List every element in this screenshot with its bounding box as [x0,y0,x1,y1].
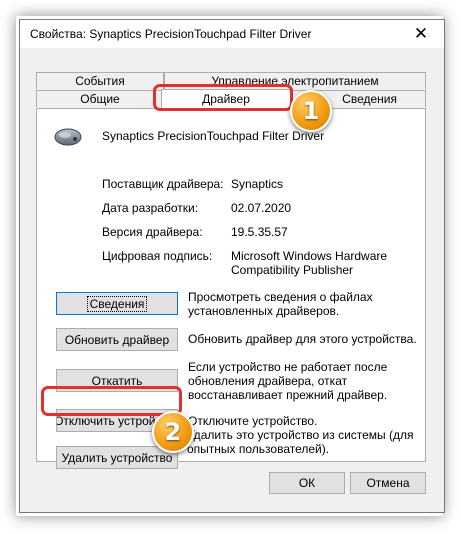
rollback-desc-line1: Если устройство не работает после [188,360,388,374]
update-desc: Обновить драйвер для этого устройства. [188,332,417,346]
uninstall-desc-line1: Удалить это устройство из системы (для [187,428,414,442]
tab-events[interactable]: События [36,72,164,89]
device-name: Synaptics PrecisionTouchpad Filter Drive… [102,129,325,143]
tab-events-label: События [75,74,125,88]
driver-details-button-label: Сведения [86,295,148,312]
provider-label: Поставщик драйвера: [102,177,224,191]
version-label: Версия драйвера: [102,225,203,239]
uninstall-desc-line2: опытных пользователей). [187,442,330,456]
tab-details-label: Сведения [342,92,397,106]
tab-general[interactable]: Общие [36,90,164,107]
cancel-button[interactable]: Отмена [350,472,426,494]
version-value: 19.5.35.57 [231,225,288,239]
signer-value-line2: Compatibility Publisher [231,263,354,277]
update-driver-button[interactable]: Обновить драйвер [56,328,178,351]
date-value: 02.07.2020 [231,201,292,215]
date-label: Дата разработки: [102,201,199,215]
ok-button[interactable]: ОК [269,472,345,494]
window-title: Свойства: Synaptics PrecisionTouchpad Fi… [30,27,312,41]
ok-button-label: ОК [298,476,316,490]
step-1-badge: 1 [290,90,332,132]
update-driver-button-label: Обновить драйвер [64,332,170,347]
signer-value-line1: Microsoft Windows Hardware [231,249,388,263]
details-desc-line2: установленных драйверов. [188,304,340,318]
touchpad-icon [54,128,82,146]
tab-general-label: Общие [80,92,120,106]
step-2-badge: 2 [152,411,194,453]
driver-details-button[interactable]: Сведения [56,292,178,315]
uninstall-device-button[interactable]: Удалить устройство [56,446,178,469]
step-2-number: 2 [164,418,182,446]
uninstall-device-button-label: Удалить устройство [61,450,173,465]
cancel-button-label: Отмена [366,476,410,490]
close-icon: ✕ [413,24,429,43]
rollback-desc-line2: обновления драйвера, откат [188,374,348,388]
driver-tab-highlight [153,84,293,111]
disable-button-highlight [41,386,182,416]
title-bar: Свойства: Synaptics PrecisionTouchpad Fi… [20,20,444,48]
details-desc-line1: Просмотреть сведения о файлах [188,290,373,304]
provider-value: Synaptics [231,177,284,191]
disable-desc: Отключите устройство. [188,414,318,428]
close-button[interactable]: ✕ [398,20,444,48]
rollback-desc-line3: восстанавливает прежний драйвер. [188,388,388,402]
signer-label: Цифровая подпись: [102,249,213,263]
step-1-number: 1 [302,97,320,125]
